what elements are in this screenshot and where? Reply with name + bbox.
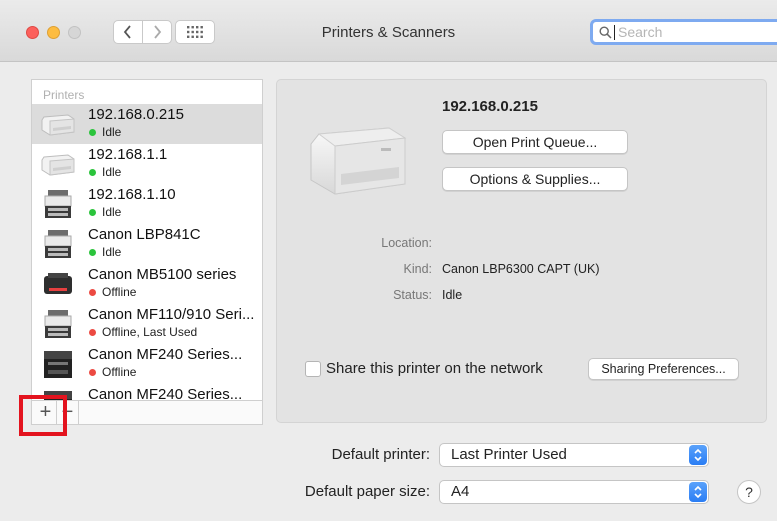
options-supplies-button[interactable]: Options & Supplies... bbox=[442, 167, 628, 191]
printer-status-text: Idle bbox=[102, 165, 122, 179]
search-icon bbox=[599, 25, 612, 39]
printer-laser-icon bbox=[40, 108, 76, 140]
share-printer-label[interactable]: Share this printer on the network bbox=[326, 360, 543, 377]
status-dot-icon bbox=[89, 368, 96, 376]
printer-name: Canon MB5100 series bbox=[88, 266, 237, 283]
printer-name: Canon MF240 Series... bbox=[88, 346, 243, 363]
kind-value: Canon LBP6300 CAPT (UK) bbox=[442, 262, 600, 276]
printer-list-item[interactable]: 192.168.1.1 Idle bbox=[32, 144, 262, 184]
printer-mfp-icon bbox=[40, 308, 76, 340]
printer-mfp-dark-icon bbox=[40, 348, 76, 380]
status-dot-icon bbox=[89, 128, 96, 136]
printer-name: 192.168.0.215 bbox=[88, 106, 184, 123]
printer-image-icon bbox=[310, 127, 407, 195]
printer-name: Canon MF240 Series... bbox=[88, 386, 243, 400]
printer-status-text: Idle bbox=[102, 125, 122, 139]
search-field[interactable]: Search bbox=[590, 19, 777, 45]
open-print-queue-button[interactable]: Open Print Queue... bbox=[442, 130, 628, 154]
printer-mfp-icon bbox=[40, 188, 76, 220]
printer-status-text: Offline bbox=[102, 285, 137, 299]
default-paper-size-select[interactable]: A4 bbox=[439, 480, 709, 504]
select-arrows-icon bbox=[689, 482, 707, 502]
printers-list-header: Printers bbox=[43, 88, 85, 102]
printer-status: Offline bbox=[88, 285, 136, 299]
printer-name: 192.168.1.10 bbox=[88, 186, 176, 203]
printer-status-text: Offline bbox=[102, 365, 137, 379]
title-bar: Printers & Scanners Search bbox=[0, 0, 777, 62]
printer-status-text: Idle bbox=[102, 205, 122, 219]
share-printer-checkbox[interactable] bbox=[305, 361, 321, 377]
location-label: Location: bbox=[381, 236, 432, 250]
add-button-highlight bbox=[19, 395, 67, 436]
printer-list-item[interactable]: 192.168.1.10 Idle bbox=[32, 184, 262, 224]
printer-laser-icon bbox=[40, 148, 76, 180]
printer-status: Offline bbox=[88, 365, 136, 379]
printer-status: Offline, Last Used bbox=[88, 325, 197, 339]
printers-list[interactable]: 192.168.0.215 Idle 192.168.1.1 Idle 192.168.… bbox=[32, 104, 262, 400]
printer-list-item[interactable]: Canon MF110/910 Seri... Offline, Last Use… bbox=[32, 304, 262, 344]
status-dot-icon bbox=[89, 168, 96, 176]
printer-detail-panel: 192.168.0.215 Open Print Queue... Option… bbox=[276, 79, 767, 423]
printer-list-item[interactable]: 192.168.0.215 Idle bbox=[32, 104, 262, 144]
status-dot-icon bbox=[89, 288, 96, 296]
printer-list-item[interactable]: Canon LBP841C Idle bbox=[32, 224, 262, 264]
status-label: Status: bbox=[393, 288, 432, 302]
printer-status-text: Idle bbox=[102, 245, 122, 259]
select-arrows-icon bbox=[689, 445, 707, 465]
status-dot-icon bbox=[89, 208, 96, 216]
default-printer-label: Default printer: bbox=[331, 446, 430, 463]
printer-name: 192.168.1.1 bbox=[88, 146, 168, 163]
selected-printer-name: 192.168.0.215 bbox=[442, 98, 538, 115]
status-dot-icon bbox=[89, 328, 96, 336]
default-paper-size-label: Default paper size: bbox=[304, 483, 430, 500]
sharing-preferences-button[interactable]: Sharing Preferences... bbox=[588, 358, 739, 380]
printer-status: Idle bbox=[88, 165, 121, 179]
text-caret bbox=[614, 24, 615, 40]
default-paper-size-value: A4 bbox=[451, 483, 470, 500]
status-dot-icon bbox=[89, 248, 96, 256]
printer-name: Canon MF110/910 Seri... bbox=[88, 306, 255, 323]
printer-list-item[interactable]: Canon MB5100 series Offline bbox=[32, 264, 262, 304]
default-printer-value: Last Printer Used bbox=[451, 446, 567, 463]
kind-label: Kind: bbox=[403, 262, 433, 276]
printer-inkjet-icon bbox=[40, 268, 76, 300]
default-printer-select[interactable]: Last Printer Used bbox=[439, 443, 709, 467]
printer-status: Idle bbox=[88, 245, 121, 259]
status-value: Idle bbox=[442, 288, 463, 302]
printer-status-text: Offline, Last Used bbox=[102, 325, 198, 339]
printer-status: Idle bbox=[88, 205, 121, 219]
printer-mfp-icon bbox=[40, 228, 76, 260]
printer-status: Idle bbox=[88, 125, 121, 139]
help-button[interactable]: ? bbox=[737, 480, 761, 504]
printer-list-item[interactable]: Canon MF240 Series... Offline bbox=[32, 344, 262, 384]
search-placeholder: Search bbox=[618, 24, 663, 40]
printers-list-panel: Printers 192.168.0.215 Idle 192.168.1.1 Idl… bbox=[31, 79, 263, 425]
printer-name: Canon LBP841C bbox=[88, 226, 201, 243]
